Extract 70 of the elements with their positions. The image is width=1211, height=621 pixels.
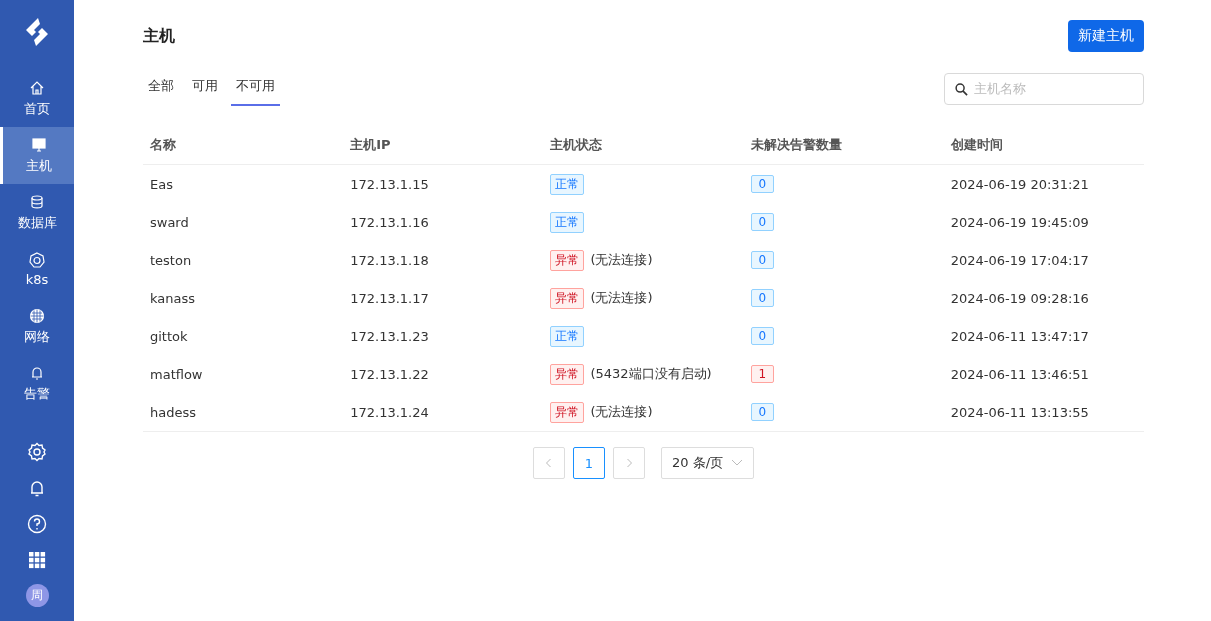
new-host-button[interactable]: 新建主机 xyxy=(1068,20,1144,52)
host-name: matflow xyxy=(150,366,203,382)
host-ip: 172.13.1.15 xyxy=(350,176,429,192)
page-title: 主机 xyxy=(143,25,175,47)
filter-tab[interactable]: 可用 xyxy=(187,71,223,106)
search-icon xyxy=(955,82,968,96)
host-ip: 172.13.1.23 xyxy=(350,328,429,344)
status-reason: (无法连接) xyxy=(590,289,653,305)
status-tag: 异常 xyxy=(550,287,585,309)
alert-count: 1 xyxy=(750,365,775,383)
created-time: 2024-06-11 13:46:51 xyxy=(950,366,1089,382)
host-ip: 172.13.1.18 xyxy=(350,252,429,268)
status-reason: (5432端口没有启动) xyxy=(590,365,712,381)
monitor-icon xyxy=(30,136,47,153)
host-ip: 172.13.1.17 xyxy=(350,290,429,306)
sidebar-item[interactable]: 告警 xyxy=(0,355,74,412)
host-name: Eas xyxy=(150,176,173,192)
search-field[interactable]: 主机名称 xyxy=(944,72,1144,105)
column-header: 未解决告警数量 xyxy=(750,137,842,152)
home-icon xyxy=(29,79,45,96)
alert-count: 0 xyxy=(750,403,775,421)
alert-count: 0 xyxy=(750,327,775,345)
host-ip: 172.13.1.22 xyxy=(350,366,429,382)
sidebar-item[interactable]: k8s xyxy=(0,241,74,298)
host-ip: 172.13.1.24 xyxy=(350,404,429,420)
created-time: 2024-06-19 09:28:16 xyxy=(950,290,1089,306)
page-size-value: 20 条/页 xyxy=(671,454,724,472)
sidebar-item[interactable]: 网络 xyxy=(0,298,74,355)
bell-icon xyxy=(29,364,45,381)
created-time: 2024-06-19 19:45:09 xyxy=(950,214,1089,230)
chevron-down-icon xyxy=(731,459,744,467)
host-name: hadess xyxy=(150,404,196,420)
filter-tab[interactable]: 不可用 xyxy=(231,71,280,106)
alert-count: 0 xyxy=(750,175,775,193)
column-header: 创建时间 xyxy=(950,137,1003,152)
settings-icon[interactable] xyxy=(27,442,47,462)
host-name: kanass xyxy=(150,290,196,306)
helm-wheel-icon xyxy=(29,252,45,268)
created-time: 2024-06-19 20:31:21 xyxy=(950,176,1089,192)
status-tag: 异常 xyxy=(550,249,585,271)
status-reason: (无法连接) xyxy=(590,251,653,267)
host-name: teston xyxy=(150,252,192,268)
filter-tab[interactable]: 全部 xyxy=(143,71,179,106)
column-header: 主机IP xyxy=(350,137,391,152)
globe-icon xyxy=(29,307,45,324)
host-name: gittok xyxy=(150,328,188,344)
status-tag: 异常 xyxy=(550,363,585,385)
host-name: sward xyxy=(150,214,189,230)
status-tag: 异常 xyxy=(550,401,585,423)
column-header: 主机状态 xyxy=(550,137,603,152)
chevron-left-icon xyxy=(543,458,554,468)
created-time: 2024-06-11 13:47:17 xyxy=(950,328,1089,344)
status-tag: 正常 xyxy=(550,173,585,195)
alert-count: 0 xyxy=(750,251,775,269)
help-icon[interactable] xyxy=(27,514,47,534)
sidebar-item[interactable]: 数据库 xyxy=(0,184,74,241)
status-tag: 正常 xyxy=(550,211,585,233)
status-reason: (无法连接) xyxy=(590,403,653,419)
host-ip: 172.13.1.16 xyxy=(350,214,429,230)
database-icon xyxy=(29,193,45,210)
column-header: 名称 xyxy=(150,137,176,152)
page-size-select[interactable]: 20 条/页 xyxy=(660,447,755,479)
created-time: 2024-06-11 13:13:55 xyxy=(950,404,1089,420)
sidebar-item[interactable]: 首页 xyxy=(0,70,74,127)
alert-count: 0 xyxy=(750,289,775,307)
status-tag: 正常 xyxy=(550,325,585,347)
apps-grid-icon[interactable] xyxy=(27,550,47,570)
sidebar-item[interactable]: 主机 xyxy=(0,127,74,184)
alert-count: 0 xyxy=(750,213,775,231)
created-time: 2024-06-19 17:04:17 xyxy=(950,252,1089,268)
